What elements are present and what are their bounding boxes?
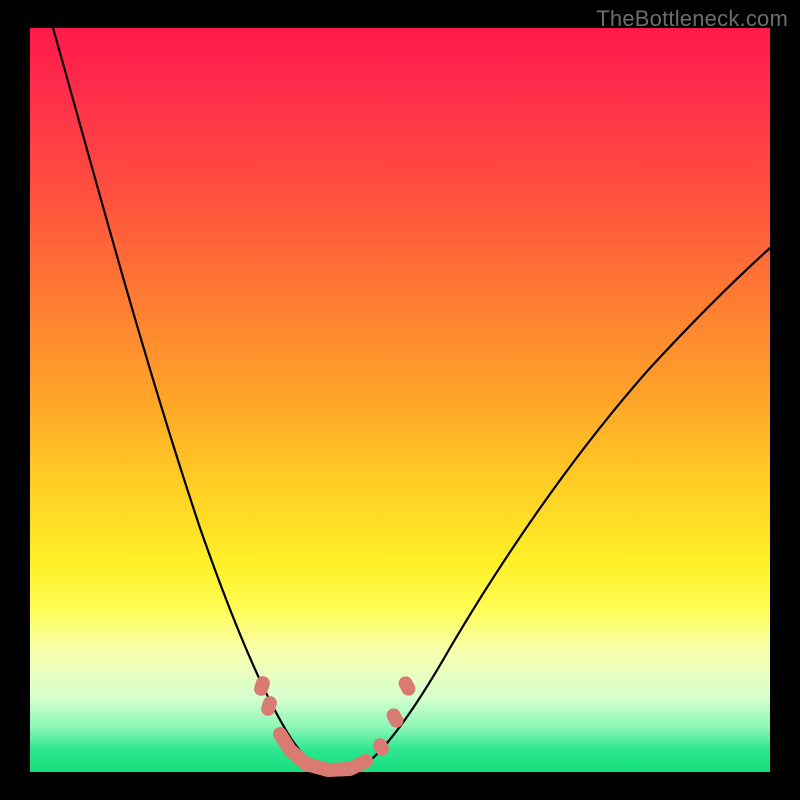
- curve-right-branch: [360, 248, 770, 768]
- curve-layer: [30, 28, 770, 772]
- marker-dot: [252, 674, 271, 697]
- plot-area: [30, 28, 770, 772]
- curve-left-branch: [53, 28, 316, 768]
- marker-dot: [396, 674, 418, 698]
- marker-dot: [384, 706, 406, 730]
- chart-frame: TheBottleneck.com: [0, 0, 800, 800]
- marker-dot: [371, 736, 392, 758]
